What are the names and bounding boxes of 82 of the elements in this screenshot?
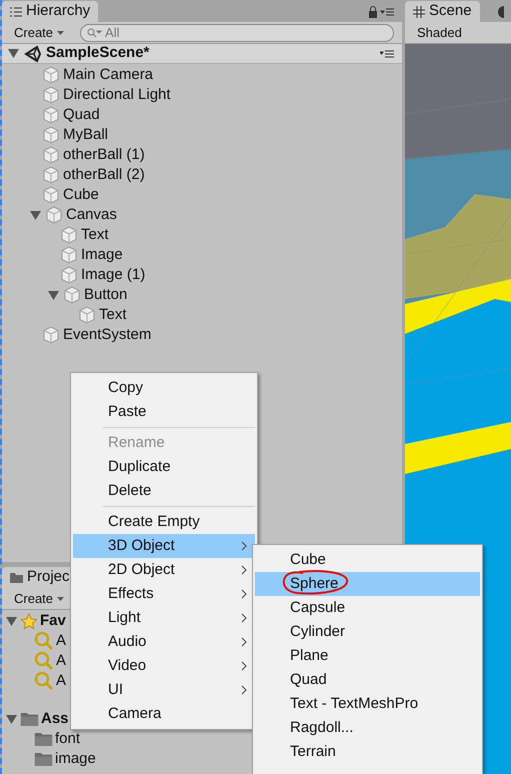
menu-item[interactable]: Sphere [255, 572, 480, 596]
scene-tab[interactable]: Scene [405, 1, 480, 22]
foldout-arrow-icon[interactable] [4, 712, 18, 726]
hierarchy-item[interactable]: Quad [63, 104, 100, 126]
menu-item[interactable]: Terrain [255, 740, 480, 764]
search-icon [87, 28, 104, 38]
menu-item[interactable]: Capsule [255, 596, 480, 620]
menu-item[interactable]: Text - TextMeshPro [255, 692, 480, 716]
game-tab-icon[interactable] [496, 6, 504, 18]
cube-icon [42, 146, 60, 164]
hierarchy-item[interactable]: Image [81, 244, 123, 266]
star-icon [20, 612, 38, 630]
menu-item[interactable]: Light [73, 606, 255, 630]
list-icon [10, 6, 22, 16]
hierarchy-item[interactable]: Text [81, 224, 109, 246]
menu-item[interactable]: Copy [73, 376, 255, 400]
hierarchy-item[interactable]: EventSystem [63, 324, 152, 346]
cube-icon [42, 326, 60, 344]
menu-item[interactable]: Ragdoll... [255, 716, 480, 740]
hierarchy-item[interactable]: Image (1) [81, 264, 146, 286]
caret-icon [57, 30, 64, 34]
folder-icon [34, 751, 53, 767]
menu-item[interactable]: Duplicate [73, 455, 255, 479]
foldout-arrow-icon[interactable] [46, 288, 60, 302]
magnifier-icon [34, 631, 54, 651]
cube-icon [78, 306, 96, 324]
foldout-arrow-icon[interactable] [28, 208, 42, 222]
menu-item[interactable]: 3D Object [73, 534, 255, 558]
magnifier-icon [34, 651, 54, 671]
cube-icon [42, 126, 60, 144]
menu-item[interactable]: Cube [255, 548, 480, 572]
menu-item[interactable]: UI [73, 678, 255, 702]
hierarchy-item[interactable]: otherBall (2) [63, 164, 145, 186]
project-item[interactable]: Ass [41, 708, 69, 730]
menu-item[interactable]: Paste [73, 400, 255, 424]
cube-icon [42, 86, 60, 104]
cube-icon [42, 106, 60, 124]
unity-logo-icon [24, 44, 42, 62]
hierarchy-item[interactable]: Canvas [66, 204, 117, 226]
hierarchy-item[interactable]: otherBall (1) [63, 144, 145, 166]
folder-icon [20, 711, 39, 727]
hierarchy-item[interactable]: Directional Light [63, 84, 171, 106]
menu-item[interactable]: Create Empty [73, 510, 255, 534]
hierarchy-tab[interactable]: Hierarchy [2, 1, 98, 22]
create-dropdown[interactable]: Create [6, 590, 72, 608]
project-item[interactable]: Fav [40, 610, 66, 632]
lock-icon[interactable] [368, 6, 394, 18]
menu-item[interactable]: Video [73, 654, 255, 678]
project-item[interactable]: A [56, 650, 66, 672]
cube-icon [42, 186, 60, 204]
menu-item[interactable]: Quad [255, 668, 480, 692]
hierarchy-item[interactable]: Main Camera [63, 64, 154, 86]
cube-icon [42, 66, 60, 84]
menu-item[interactable]: Cylinder [255, 620, 480, 644]
menu-item[interactable]: Camera [73, 702, 255, 726]
caret-icon [57, 596, 64, 600]
menu-icon[interactable] [380, 48, 394, 58]
grid-icon [413, 6, 425, 18]
project-item[interactable]: A [56, 630, 66, 652]
magnifier-icon [34, 671, 54, 691]
foldout-arrow-icon[interactable] [4, 614, 18, 628]
project-item[interactable]: A [56, 670, 66, 692]
foldout-arrow-icon[interactable] [6, 46, 20, 60]
folder-icon [10, 572, 23, 583]
cube-icon [60, 226, 78, 244]
menu-item[interactable]: Plane [255, 644, 480, 668]
hierarchy-item[interactable]: Text [99, 304, 127, 326]
project-item[interactable]: font [55, 728, 80, 750]
hierarchy-item[interactable]: MyBall [63, 124, 108, 146]
hierarchy-item[interactable]: Cube [63, 184, 99, 206]
cube-icon [45, 206, 63, 224]
create-dropdown[interactable]: Create [6, 24, 72, 42]
search-field[interactable]: All [80, 24, 394, 42]
hierarchy-item[interactable]: Button [84, 284, 128, 306]
project-item[interactable]: image [55, 748, 96, 770]
folder-icon [34, 731, 53, 747]
cube-icon [60, 246, 78, 264]
menu-item[interactable]: Audio [73, 630, 255, 654]
cube-icon [60, 266, 78, 284]
menu-item[interactable]: Delete [73, 479, 255, 503]
cube-icon [63, 286, 81, 304]
cube-icon [42, 166, 60, 184]
